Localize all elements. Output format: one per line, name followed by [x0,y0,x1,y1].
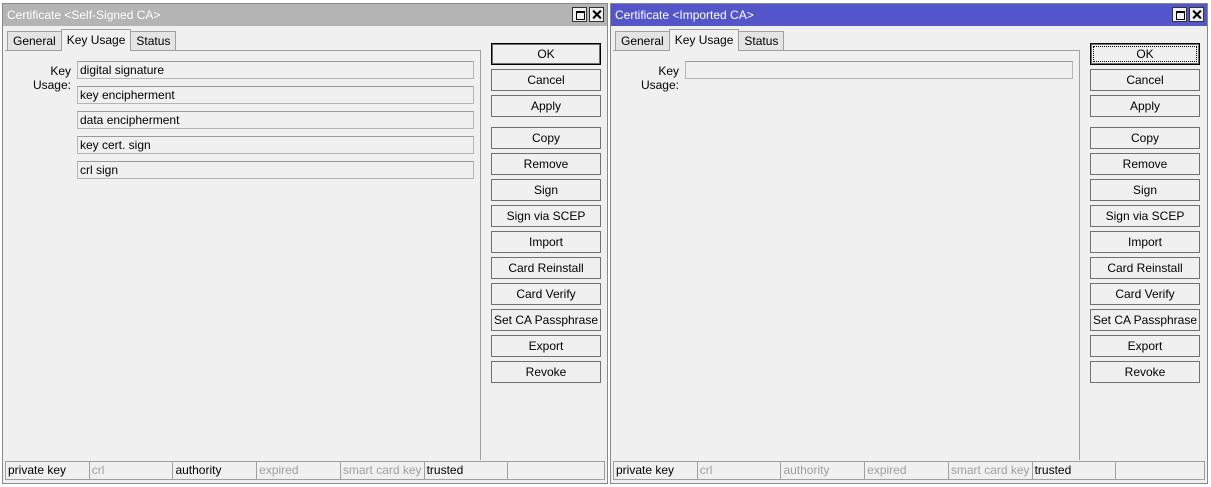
sign-button[interactable]: Sign [1090,179,1200,201]
key-usage-field[interactable]: data encipherment [77,111,474,129]
status-authority: authority [172,461,257,480]
status-authority: authority [780,461,865,480]
tab-strip: General Key Usage Status [615,29,785,51]
set-ca-passphrase-button[interactable]: Set CA Passphrase [491,309,601,331]
certificate-window-imported: Certificate <Imported CA> General Key Us… [610,3,1208,484]
apply-button[interactable]: Apply [491,95,601,117]
window-title: Certificate <Self-Signed CA> [7,8,161,22]
window-title: Certificate <Imported CA> [615,8,754,22]
cancel-button[interactable]: Cancel [491,69,601,91]
status-empty [1115,461,1206,480]
revoke-button[interactable]: Revoke [491,361,601,383]
tab-content-panel: Key Usage: [613,50,1080,460]
set-ca-passphrase-button[interactable]: Set CA Passphrase [1090,309,1200,331]
status-bar: private key crl authority expired smart … [613,461,1206,480]
key-usage-label: Key Usage: [640,64,679,92]
status-expired: expired [864,461,948,480]
cancel-button[interactable]: Cancel [1090,69,1200,91]
ok-button[interactable]: OK [491,43,601,65]
export-button[interactable]: Export [491,335,601,357]
card-reinstall-button[interactable]: Card Reinstall [491,257,601,279]
tab-strip: General Key Usage Status [7,29,177,51]
export-button[interactable]: Export [1090,335,1200,357]
status-trusted: trusted [1031,461,1116,480]
key-usage-field[interactable]: digital signature [77,61,474,79]
status-smart-card-key: smart card key [339,461,424,480]
card-reinstall-button[interactable]: Card Reinstall [1090,257,1200,279]
revoke-button[interactable]: Revoke [1090,361,1200,383]
sign-button[interactable]: Sign [491,179,601,201]
tab-general[interactable]: General [615,31,670,51]
key-usage-field[interactable]: key cert. sign [77,136,474,154]
title-bar[interactable]: Certificate <Imported CA> [611,4,1207,26]
status-bar: private key crl authority expired smart … [5,461,605,480]
maximize-icon[interactable] [572,7,587,22]
tab-key-usage[interactable]: Key Usage [60,29,132,51]
card-verify-button[interactable]: Card Verify [491,283,601,305]
tab-general[interactable]: General [7,31,62,51]
status-trusted: trusted [423,461,508,480]
maximize-icon[interactable] [1172,7,1187,22]
certificate-window-self-signed: Certificate <Self-Signed CA> General Key… [2,3,608,484]
import-button[interactable]: Import [491,231,601,253]
remove-button[interactable]: Remove [491,153,601,175]
sign-via-scep-button[interactable]: Sign via SCEP [1090,205,1200,227]
title-bar[interactable]: Certificate <Self-Signed CA> [3,4,607,26]
sign-via-scep-button[interactable]: Sign via SCEP [491,205,601,227]
title-bar-buttons [1172,7,1204,22]
remove-button[interactable]: Remove [1090,153,1200,175]
copy-button[interactable]: Copy [1090,127,1200,149]
import-button[interactable]: Import [1090,231,1200,253]
status-crl: crl [696,461,781,480]
card-verify-button[interactable]: Card Verify [1090,283,1200,305]
close-icon[interactable] [589,7,604,22]
tab-content-panel: Key Usage: digital signature key enciphe… [5,50,481,460]
title-bar-buttons [572,7,604,22]
status-private-key: private key [5,461,89,480]
tab-status[interactable]: Status [130,31,177,51]
key-usage-field[interactable] [685,61,1073,79]
status-smart-card-key: smart card key [947,461,1032,480]
tab-key-usage[interactable]: Key Usage [668,29,740,51]
close-icon[interactable] [1189,7,1204,22]
status-expired: expired [256,461,340,480]
status-crl: crl [88,461,173,480]
ok-button[interactable]: OK [1090,43,1200,65]
key-usage-field[interactable]: crl sign [77,161,474,179]
apply-button[interactable]: Apply [1090,95,1200,117]
key-usage-label: Key Usage: [32,64,71,92]
status-empty [507,461,605,480]
copy-button[interactable]: Copy [491,127,601,149]
tab-status[interactable]: Status [738,31,785,51]
status-private-key: private key [613,461,697,480]
key-usage-field[interactable]: key encipherment [77,86,474,104]
